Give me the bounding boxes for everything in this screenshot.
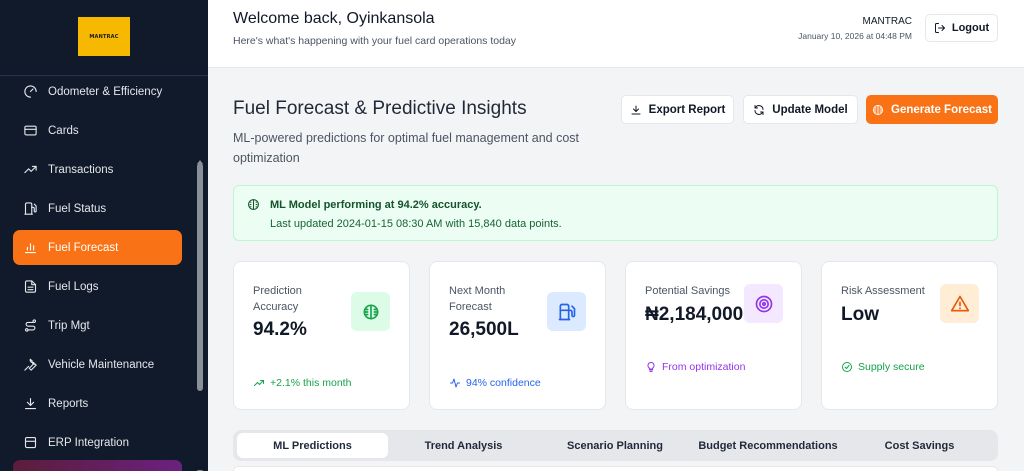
sidebar-item-cards[interactable]: Cards (13, 113, 182, 148)
card-label: Potential Savings (645, 285, 730, 297)
sidebar-item-erp-integration[interactable]: ERP Integration (13, 425, 182, 460)
check-circle-icon (842, 362, 852, 372)
sidebar-item-fuel-forecast[interactable]: Fuel Forecast (13, 230, 182, 265)
tab-trend-analysis[interactable]: Trend Analysis (390, 433, 537, 458)
logout-label: Logout (951, 22, 990, 34)
wrench-icon (22, 357, 38, 373)
company-name: MANTRAC (862, 16, 912, 27)
sidebar-item-label: Vehicle Maintenance (48, 358, 155, 371)
export-report-label: Export Report (648, 103, 726, 116)
target-icon (744, 284, 783, 323)
trending-up-icon (254, 380, 264, 386)
card-footer-text: Supply secure (858, 361, 925, 373)
activity-icon (450, 378, 460, 388)
sidebar-item-label: Cards (48, 124, 79, 137)
card-label: Risk Assessment (841, 285, 925, 297)
card-value: Low (841, 304, 879, 325)
card-footer: From optimization (645, 361, 745, 373)
forecast-tabs: ML Predictions Trend Analysis Scenario P… (233, 430, 998, 461)
header-subtitle: Here's what's happening with your fuel c… (233, 35, 517, 47)
sidebar-item-fuel-logs[interactable]: Fuel Logs (13, 269, 182, 304)
gauge-icon (22, 84, 38, 100)
sidebar-item-fuel-status[interactable]: Fuel Status (13, 191, 182, 226)
card-label: Prediction Accuracy (253, 285, 302, 313)
brain-icon (247, 198, 260, 211)
card-footer: Supply secure (841, 361, 925, 373)
sidebar-item-label: Reports (48, 397, 89, 410)
sidebar-item-transactions[interactable]: Transactions (13, 152, 182, 187)
export-report-button[interactable]: Export Report (621, 95, 734, 124)
next-month-forecast-card: Next Month Forecast 26,500L 94% confiden… (429, 261, 606, 410)
lightbulb-icon (647, 361, 655, 372)
card-value: ₦2,184,000 (645, 304, 744, 325)
scroll-down-arrow[interactable] (197, 462, 203, 471)
card-footer-text: 94% confidence (466, 377, 541, 389)
brain-icon (351, 292, 390, 331)
sidebar-item-label: Fuel Forecast (48, 241, 119, 254)
update-model-label: Update Model (772, 103, 848, 116)
card-footer-text: From optimization (662, 361, 746, 373)
brain-icon (873, 104, 883, 115)
fuel-icon (547, 292, 586, 331)
sidebar-item-label: Fuel Status (48, 202, 107, 215)
current-datetime: January 10, 2026 at 04:48 PM (798, 31, 912, 41)
welcome-message: Welcome back, Oyinkansola (233, 10, 435, 27)
update-model-button[interactable]: Update Model (743, 95, 858, 124)
tab-content-panel (233, 466, 998, 471)
logout-button[interactable]: Logout (925, 14, 998, 42)
credit-card-icon (22, 123, 38, 139)
sidebar-item-vehicle-maintenance[interactable]: Vehicle Maintenance (13, 347, 182, 382)
company-logo[interactable]: MANTRAC (78, 17, 130, 56)
sidebar-item-odometer[interactable]: Odometer & Efficiency (13, 74, 182, 109)
download-icon (631, 105, 641, 114)
alert-triangle-icon (940, 284, 979, 323)
scroll-up-arrow[interactable] (197, 152, 203, 164)
bar-chart-icon (22, 240, 38, 256)
database-icon (22, 435, 38, 451)
card-value: 26,500L (449, 319, 519, 340)
tab-budget-recommendations[interactable]: Budget Recommendations (693, 433, 843, 458)
sidebar-item-partial[interactable] (13, 460, 182, 471)
trending-up-icon (22, 162, 38, 178)
file-text-icon (22, 279, 38, 295)
page-description: ML-powered predictions for optimal fuel … (233, 131, 580, 165)
prediction-accuracy-card: Prediction Accuracy 94.2% +2.1% this mon… (233, 261, 410, 410)
sidebar-item-reports[interactable]: Reports (13, 386, 182, 421)
route-icon (22, 318, 38, 334)
fuel-pump-icon (22, 201, 38, 217)
alert-text: Last updated 2024-01-15 08:30 AM with 15… (270, 218, 562, 230)
card-value: 94.2% (253, 319, 307, 340)
card-label: Next Month Forecast (449, 285, 506, 313)
sidebar-scrollbar[interactable] (197, 163, 203, 391)
generate-forecast-button[interactable]: Generate Forecast (866, 95, 998, 124)
logout-icon (934, 23, 945, 33)
download-icon (22, 396, 38, 412)
tab-cost-savings[interactable]: Cost Savings (845, 433, 994, 458)
tab-ml-predictions[interactable]: ML Predictions (237, 433, 388, 458)
sidebar-item-label: Transactions (48, 163, 114, 176)
sidebar-item-label: Trip Mgt (48, 319, 90, 332)
sidebar: MANTRAC Odometer & Efficiency Cards Tran… (0, 0, 208, 471)
sidebar-item-label: Odometer & Efficiency (48, 85, 163, 98)
risk-assessment-card: Risk Assessment Low Supply secure (821, 261, 998, 410)
sidebar-nav: Odometer & Efficiency Cards Transactions… (13, 76, 182, 464)
logo-text: MANTRAC (89, 33, 119, 40)
generate-forecast-label: Generate Forecast (891, 103, 992, 116)
card-footer: +2.1% this month (253, 377, 351, 389)
sidebar-item-trip-mgt[interactable]: Trip Mgt (13, 308, 182, 343)
top-header: Welcome back, Oyinkansola Here's what's … (208, 0, 1024, 68)
refresh-icon (754, 104, 764, 115)
card-footer-text: +2.1% this month (270, 377, 352, 389)
card-footer: 94% confidence (449, 377, 541, 389)
logo-area: MANTRAC (0, 0, 208, 76)
sidebar-item-label: Fuel Logs (48, 280, 99, 293)
tab-scenario-planning[interactable]: Scenario Planning (541, 433, 689, 458)
sidebar-item-label: ERP Integration (48, 436, 129, 449)
page-title: Fuel Forecast & Predictive Insights (233, 98, 527, 119)
potential-savings-card: Potential Savings ₦2,184,000 From optimi… (625, 261, 802, 410)
alert-title: ML Model performing at 94.2% accuracy. (270, 199, 482, 211)
model-status-alert: ML Model performing at 94.2% accuracy. L… (233, 185, 998, 241)
